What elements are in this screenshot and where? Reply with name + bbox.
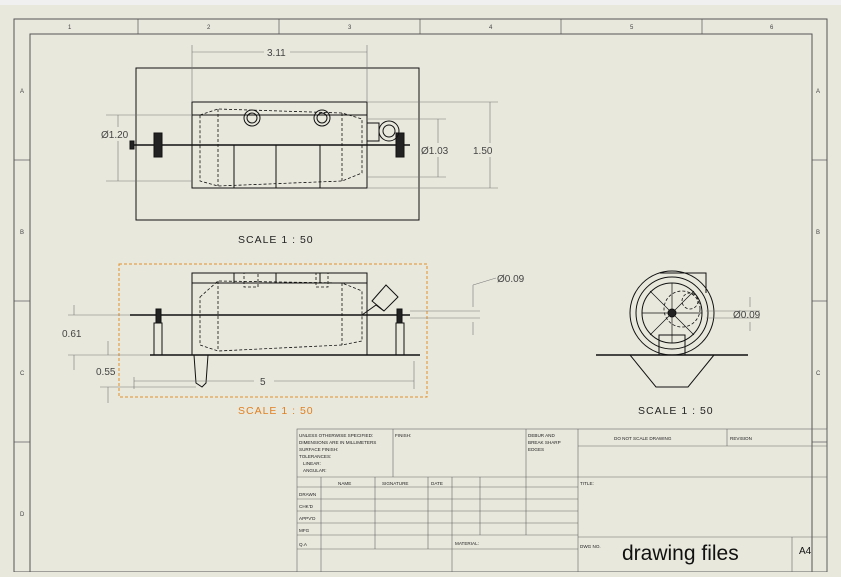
title-block[interactable] xyxy=(296,428,828,573)
tb-row-appvd: APPV'D xyxy=(299,516,316,521)
dim-front-height-b: 0.55 xyxy=(96,367,116,378)
dim-front-height-a: 0.61 xyxy=(62,329,82,340)
tb-unless-4: TOLERANCES: xyxy=(299,454,331,459)
side-view[interactable] xyxy=(596,270,748,388)
tb-title-label: TITLE: xyxy=(580,481,594,486)
zone-letter-a: A xyxy=(20,89,24,95)
tb-deburr-2: BREAK SHARP xyxy=(528,440,561,445)
zone-number-4: 4 xyxy=(489,25,493,31)
tb-finish-label: FINISH: xyxy=(395,433,411,438)
tb-col-signature: SIGNATURE xyxy=(382,481,408,486)
dim-top-left-dia: Ø1.20 xyxy=(101,130,129,141)
top-view-dimensions xyxy=(106,45,498,189)
front-view-selection-frame[interactable] xyxy=(118,263,428,398)
tb-material-label: MATERIAL: xyxy=(455,541,479,546)
tb-deburr-1: DEBUR AND xyxy=(528,433,555,438)
zone-number-3: 3 xyxy=(348,25,352,31)
tb-unless-2: DIMENSIONS ARE IN MILLIMETERS xyxy=(299,440,376,445)
dim-top-width: 3.11 xyxy=(267,48,286,59)
zone-letter-c: C xyxy=(20,371,25,377)
tb-unless-1: UNLESS OTHERWISE SPECIFIED: xyxy=(299,433,373,438)
tb-col-name: NAME xyxy=(338,481,351,486)
zone-letter-b: B xyxy=(20,230,24,236)
tb-row-mfg: MFG xyxy=(299,528,310,533)
zone-letter-a-right: A xyxy=(816,89,820,95)
tb-row-drawn: DRAWN xyxy=(299,492,316,497)
dim-top-right-dia: Ø1.03 xyxy=(421,146,449,157)
tb-dwg-no-label: DWG NO. xyxy=(580,544,601,549)
top-view-scale-label: SCALE 1 : 50 xyxy=(238,234,314,246)
drawing-sheet[interactable]: 1 2 3 4 5 6 A B C D A B C 3.11 Ø1.20 Ø1.… xyxy=(0,5,841,573)
front-view-scale-label: SCALE 1 : 50 xyxy=(238,405,314,417)
tb-unless-3: SURFACE FINISH: xyxy=(299,447,338,452)
front-view-dimensions xyxy=(68,277,497,403)
front-view[interactable] xyxy=(130,272,420,388)
side-view-scale-label: SCALE 1 : 50 xyxy=(638,405,714,417)
drawing-canvas[interactable]: 1 2 3 4 5 6 A B C D A B C 3.11 Ø1.20 Ø1.… xyxy=(0,5,841,573)
tb-sheet-size: A4 xyxy=(799,546,812,557)
zone-letter-b-right: B xyxy=(816,230,820,236)
dim-front-length: 5 xyxy=(260,377,266,388)
tb-row-chkd: CHK'D xyxy=(299,504,314,509)
dim-side-dia: Ø0.09 xyxy=(733,310,761,321)
dim-front-pipe-dia: Ø0.09 xyxy=(497,274,525,285)
tb-deburr-3: EDGES xyxy=(528,447,544,452)
zone-number-5: 5 xyxy=(630,25,634,31)
zone-number-1: 1 xyxy=(68,25,72,31)
tb-revision-label: REVISION xyxy=(730,436,752,441)
tb-do-not-scale: DO NOT SCALE DRAWING xyxy=(614,436,672,441)
tb-unless-6: ANGULAR: xyxy=(303,468,327,473)
tb-row-qa: Q.A xyxy=(299,542,308,547)
zone-number-2: 2 xyxy=(207,25,211,31)
dim-top-height: 1.50 xyxy=(473,146,493,157)
tb-col-date: DATE xyxy=(431,481,443,486)
tb-drawing-title[interactable]: drawing files xyxy=(622,542,739,565)
top-view[interactable] xyxy=(129,67,420,221)
zone-number-6: 6 xyxy=(770,25,774,31)
zone-letter-c-right: C xyxy=(816,371,821,377)
tb-unless-5: LINEAR: xyxy=(303,461,321,466)
zone-letter-d: D xyxy=(20,512,25,518)
